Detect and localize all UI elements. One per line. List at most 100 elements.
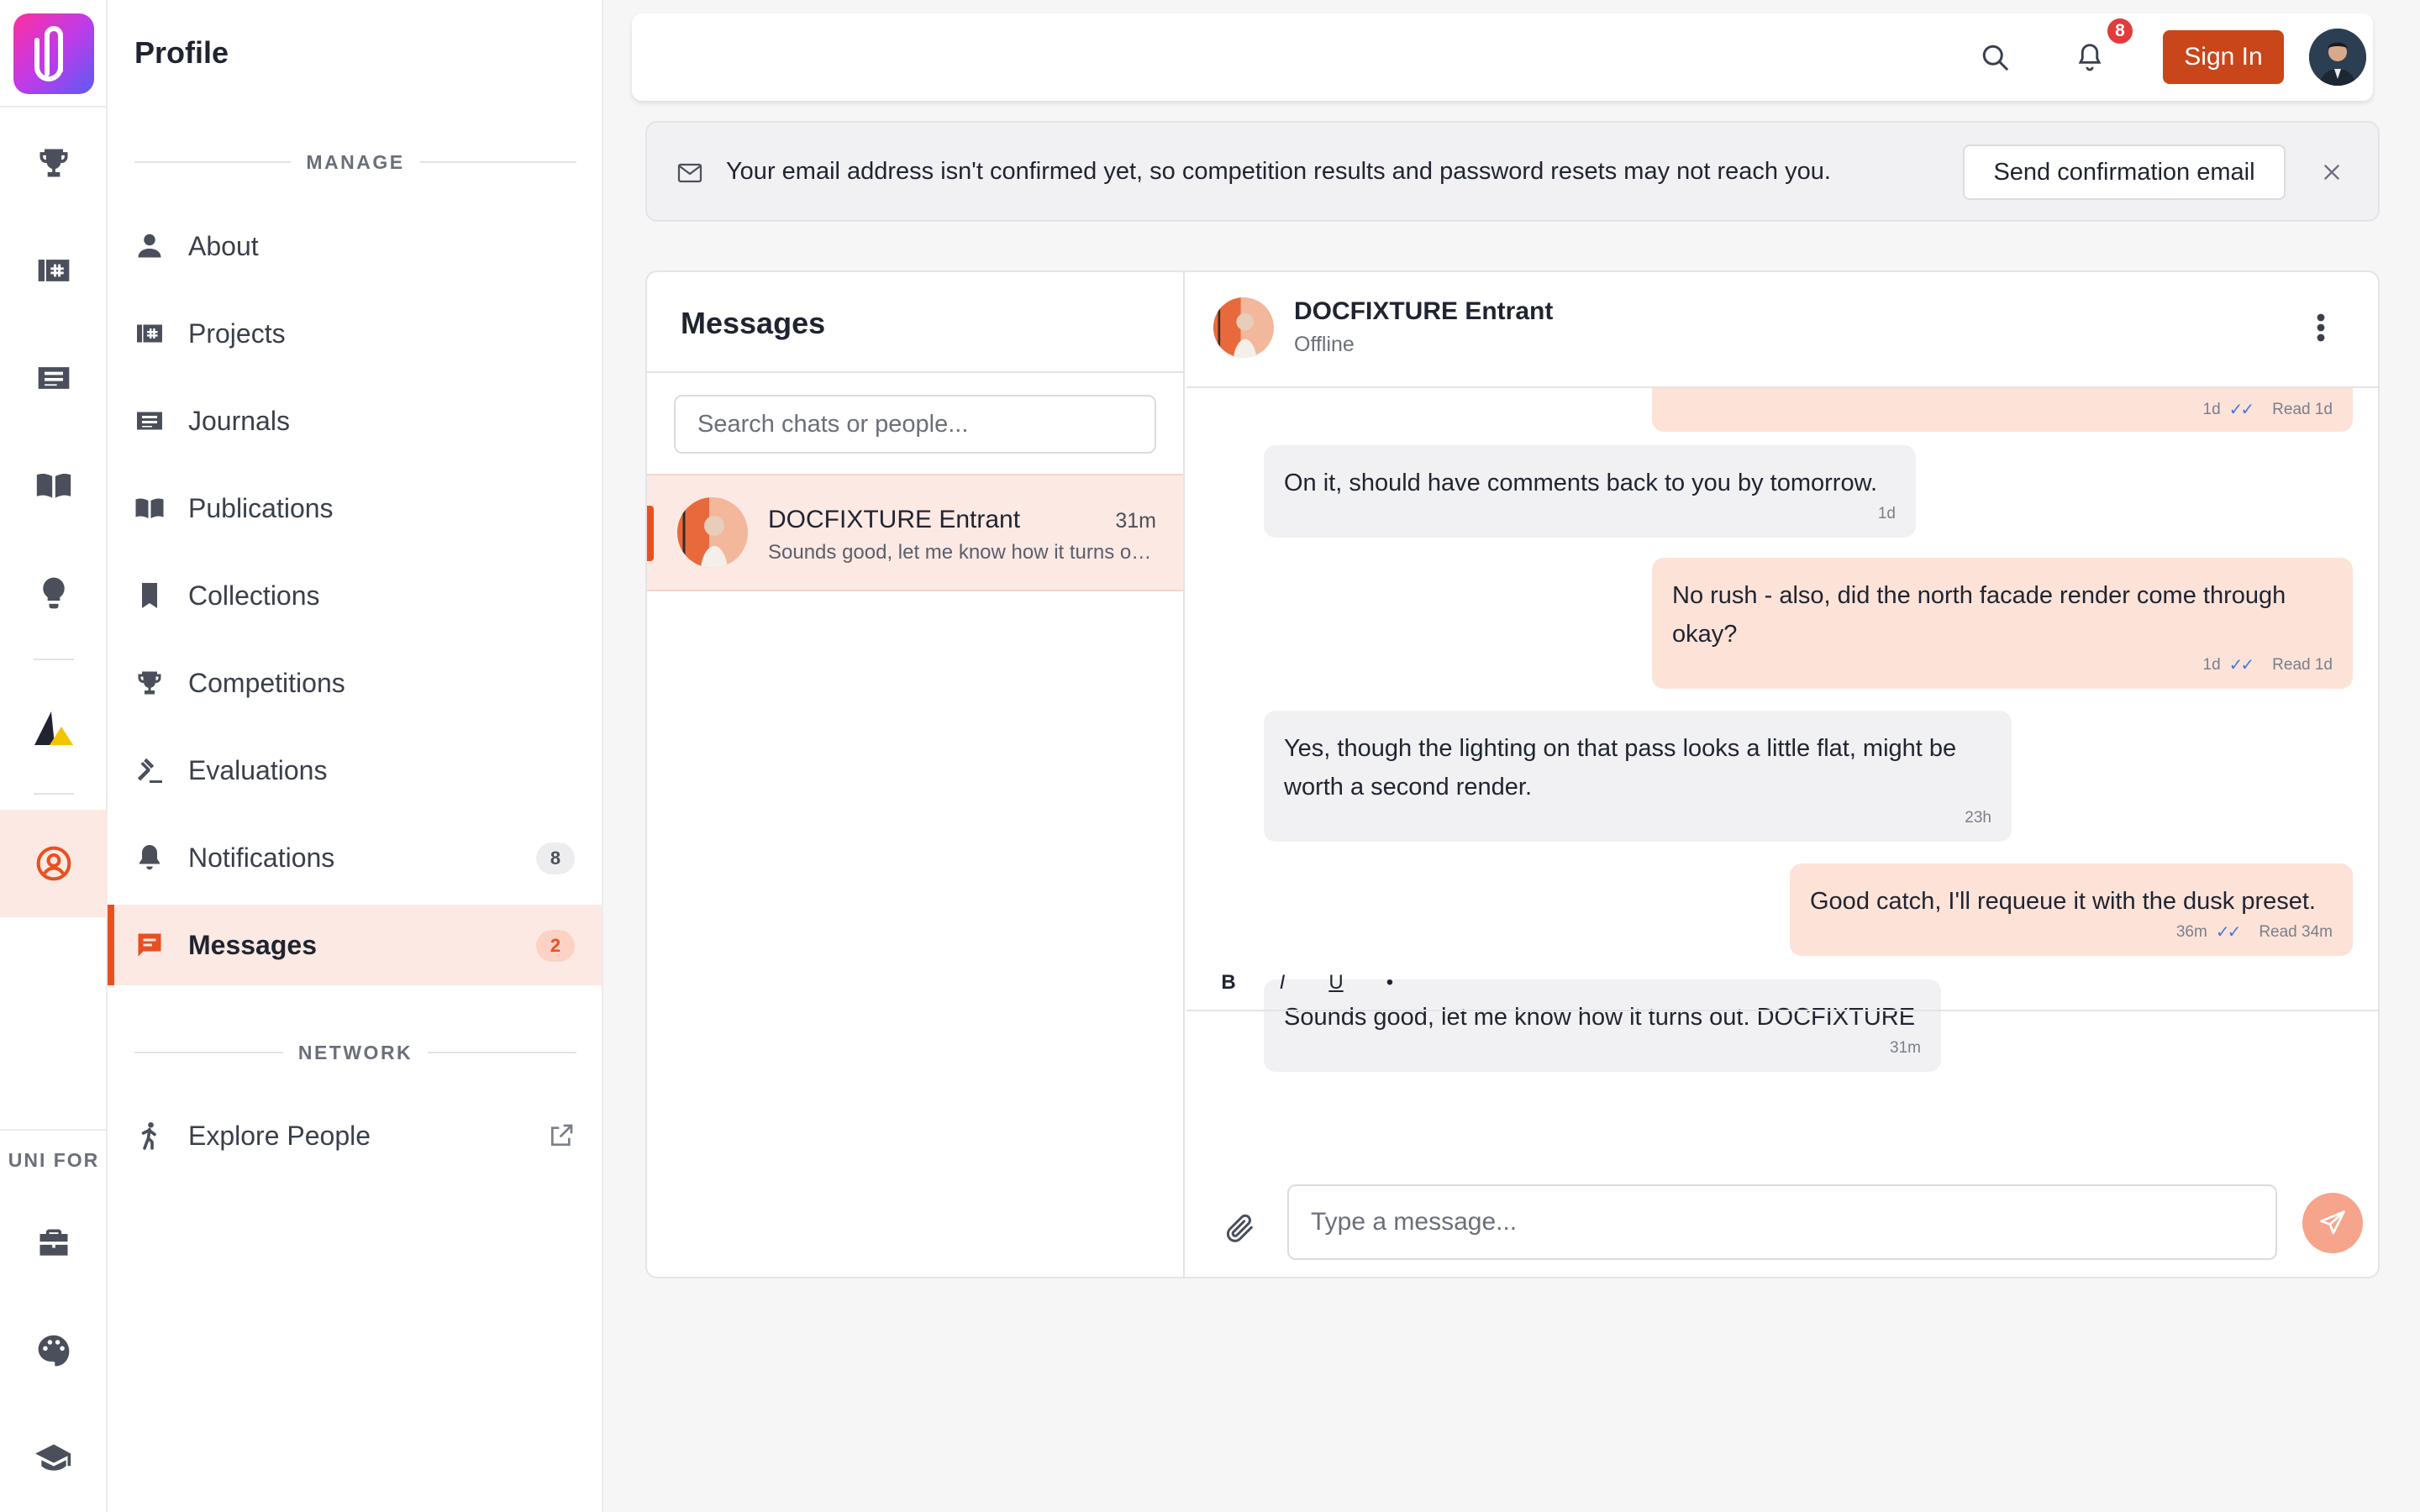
rail-section-label: UNI FOR xyxy=(8,1149,100,1171)
thread-header: DOCFIXTURE Entrant Offline xyxy=(1186,272,2378,388)
rail-divider xyxy=(34,659,74,660)
message-text: No rush - also, did the north facade ren… xyxy=(1672,582,2286,648)
conversation-preview: Sounds good, let me know how it turns ou… xyxy=(768,541,1155,564)
sidebar-item-explore-people[interactable]: Explore People xyxy=(108,1095,602,1176)
email-confirmation-banner: Your email address isn't confirmed yet, … xyxy=(645,121,2380,222)
rail-design[interactable] xyxy=(0,1297,108,1404)
rail-education[interactable] xyxy=(0,1404,108,1512)
manage-heading-label: MANAGE xyxy=(306,150,405,173)
italic-button[interactable]: I xyxy=(1274,971,1291,995)
book-icon xyxy=(36,473,71,498)
user-avatar[interactable] xyxy=(2309,29,2366,86)
message-text: Yes, though the lighting on that pass lo… xyxy=(1284,735,1957,801)
sidebar-title: Profile xyxy=(134,35,229,70)
rail-projects[interactable] xyxy=(0,217,108,324)
banner-message: Your email address isn't confirmed yet, … xyxy=(726,158,1831,185)
message-bubble-outgoing: Good catch, I'll requeue it with the dus… xyxy=(1790,864,2353,956)
conversation-list: Messages DOCFIXTURE Entrant 31m Sounds g… xyxy=(647,272,1185,1277)
sidebar-item-label: About xyxy=(188,230,259,261)
rail-competitions[interactable] xyxy=(0,109,108,217)
rail-profile[interactable] xyxy=(0,810,108,917)
contact-avatar-image xyxy=(1213,297,1274,358)
message-bubble-incoming: On it, should have comments back to you … xyxy=(1264,445,1916,538)
sidebar-item-collections[interactable]: Collections xyxy=(108,555,602,636)
bell-icon xyxy=(139,845,160,870)
message-text: Sounds good, let me know how it turns ou… xyxy=(1284,1004,1916,1031)
app-logo[interactable] xyxy=(13,13,94,94)
rail-jobs[interactable] xyxy=(0,1189,108,1297)
person-icon xyxy=(138,234,161,258)
avatar-image xyxy=(2309,29,2366,86)
read-receipt-icon: ✓✓ xyxy=(2228,401,2254,419)
rail-partner[interactable] xyxy=(0,675,108,783)
underline-button[interactable]: U xyxy=(1328,971,1344,995)
journals-icon xyxy=(137,412,162,430)
send-confirmation-email-button[interactable]: Send confirmation email xyxy=(1963,144,2286,200)
bold-button[interactable]: B xyxy=(1220,971,1237,995)
messages-panel: Messages DOCFIXTURE Entrant 31m Sounds g… xyxy=(645,270,2380,1278)
sidebar-item-journals[interactable]: Journals xyxy=(108,381,602,461)
chat-thread: DOCFIXTURE Entrant Offline 1d ✓✓ Read 1d xyxy=(1186,272,2378,1277)
rail-publications[interactable] xyxy=(0,432,108,539)
projects-icon xyxy=(38,260,70,281)
paperclip-logo-icon xyxy=(34,26,63,81)
sidebar-item-competitions[interactable]: Competitions xyxy=(108,643,602,723)
manage-section-heading: MANAGE xyxy=(134,150,577,175)
sidebar-item-about[interactable]: About xyxy=(108,206,602,286)
rail-ideas[interactable] xyxy=(0,539,108,647)
message-time: 36m xyxy=(2175,923,2207,941)
lightbulb-icon xyxy=(43,577,65,609)
paperclip-icon[interactable] xyxy=(1223,1210,1257,1247)
sidebar-item-label: Competitions xyxy=(188,667,345,698)
sidebar-item-evaluations[interactable]: Evaluations xyxy=(108,730,602,811)
sign-in-button[interactable]: Sign In xyxy=(2163,30,2284,84)
trophy-icon xyxy=(39,149,68,177)
palette-icon xyxy=(38,1335,70,1367)
bookmark-icon xyxy=(142,583,157,608)
read-status: Read 1d xyxy=(2272,656,2333,674)
sidebar-item-publications[interactable]: Publications xyxy=(108,468,602,549)
rail-journals[interactable] xyxy=(0,324,108,432)
profile-sidebar: Profile MANAGE About Projects Journals P… xyxy=(108,0,603,1512)
formatting-toolbar: B I U • xyxy=(1220,966,1398,1000)
chat-search-input[interactable] xyxy=(674,395,1156,454)
graduation-cap-icon xyxy=(35,1444,71,1471)
bell-icon[interactable] xyxy=(2074,40,2106,74)
message-list: 1d ✓✓ Read 1d On it, should have comment… xyxy=(1186,338,2378,1072)
rail-divider xyxy=(34,793,74,795)
message-bubble-incoming: Yes, though the lighting on that pass lo… xyxy=(1264,711,2012,842)
user-circle-icon xyxy=(36,846,71,881)
icon-rail: UNI FOR xyxy=(0,0,108,1512)
avatar xyxy=(677,497,748,568)
network-heading-label: NETWORK xyxy=(297,1041,413,1063)
message-bubble-outgoing: No rush - also, did the north facade ren… xyxy=(1652,558,2353,689)
rail-divider xyxy=(0,106,108,108)
read-status: Read 1d xyxy=(2272,401,2333,418)
thread-contact-status: Offline xyxy=(1294,333,1355,356)
chat-icon xyxy=(138,933,161,957)
sidebar-item-label: Projects xyxy=(188,318,286,349)
conversation-time: 31m xyxy=(1115,509,1156,533)
sidebar-item-label: Journals xyxy=(188,405,290,436)
read-status: Read 34m xyxy=(2259,923,2333,941)
gavel-icon xyxy=(137,758,162,783)
thread-contact-name: DOCFIXTURE Entrant xyxy=(1294,297,1554,325)
message-text: On it, should have comments back to you … xyxy=(1284,470,1877,496)
search-icon[interactable] xyxy=(1980,42,2010,72)
walking-person-icon xyxy=(141,1121,156,1150)
notification-count-badge: 8 xyxy=(2106,17,2134,45)
conversation-item[interactable]: DOCFIXTURE Entrant 31m Sounds good, let … xyxy=(647,474,1183,591)
sidebar-item-label: Messages xyxy=(188,929,317,960)
sidebar-item-projects[interactable]: Projects xyxy=(108,293,602,374)
close-icon[interactable] xyxy=(2321,161,2343,183)
send-button[interactable] xyxy=(2302,1193,2363,1253)
more-vertical-icon[interactable] xyxy=(2316,312,2326,343)
sidebar-item-label: Evaluations xyxy=(188,754,328,785)
triangle-logo-icon xyxy=(34,711,73,745)
sidebar-item-messages[interactable]: Messages 2 xyxy=(108,905,602,985)
message-compose-input[interactable] xyxy=(1287,1184,2277,1260)
messages-title: Messages xyxy=(681,306,826,340)
avatar[interactable] xyxy=(1213,297,1274,358)
bullet-list-button[interactable]: • xyxy=(1381,971,1398,995)
sidebar-item-notifications[interactable]: Notifications 8 xyxy=(108,817,602,898)
